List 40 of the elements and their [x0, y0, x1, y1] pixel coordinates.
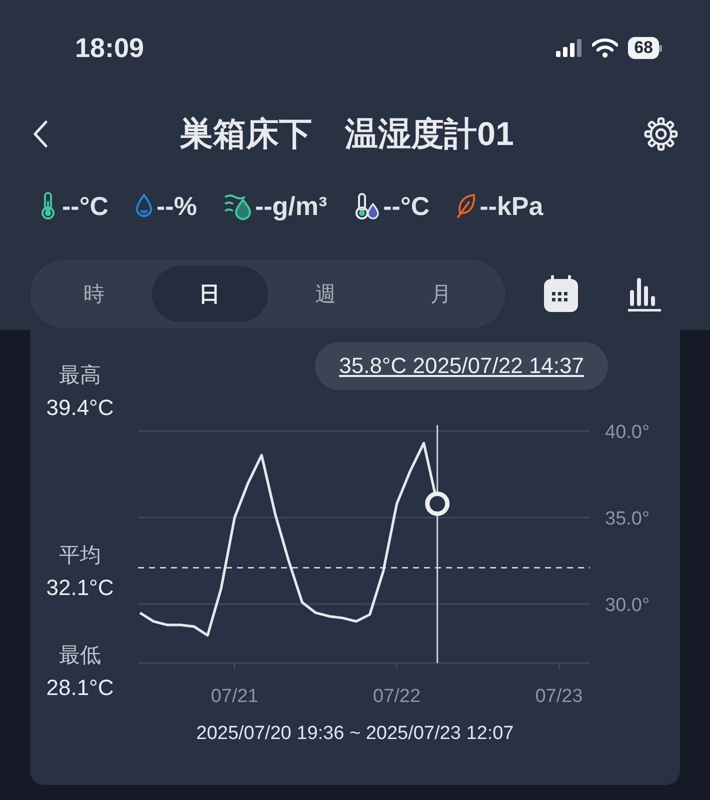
battery-level: 68: [628, 37, 659, 59]
settings-icon: [644, 117, 678, 151]
settings-button[interactable]: [644, 117, 678, 151]
x-tick-label: 07/22: [373, 686, 421, 707]
x-tick-label: 07/21: [210, 686, 258, 707]
screen-title: 巣箱床下 温湿度計01: [179, 114, 515, 154]
stat-label: 最低: [58, 643, 101, 669]
date-range: 2025/07/20 19:36 ~ 2025/07/23 12:07: [195, 723, 515, 745]
battery-cap-icon: [659, 44, 662, 52]
thermometer-drop-icon: [353, 192, 380, 220]
x-tick-label: 07/23: [535, 686, 583, 707]
period-tab[interactable]: 日: [152, 266, 268, 322]
reading-value: --°C: [62, 190, 108, 222]
y-tick-label: 35.0°: [605, 508, 650, 530]
air-drop-icon: [222, 192, 251, 220]
reading-value: --kPa: [480, 190, 544, 222]
wifi-icon: [592, 38, 618, 58]
water-drop-icon: [134, 193, 152, 219]
cursor-marker[interactable]: [425, 491, 450, 516]
selected-point-label: 35.8°C 2025/07/22 14:37: [315, 342, 608, 390]
calendar-icon: [541, 274, 581, 314]
stat-value: 28.1°C: [46, 674, 114, 702]
leaf-icon: [456, 193, 476, 219]
y-tick-label: 30.0°: [605, 595, 650, 616]
chevron-icon: [32, 120, 50, 148]
stat-label: 最高: [58, 363, 101, 389]
period-tab[interactable]: 月: [383, 266, 499, 322]
calendar-button[interactable]: [541, 274, 581, 314]
y-tick-label: 40.0°: [605, 422, 650, 443]
status-time: 18:09: [75, 32, 146, 64]
stat-value: 32.1°C: [46, 574, 114, 602]
period-tab[interactable]: 週: [268, 266, 384, 322]
reading-value: --%: [156, 190, 197, 222]
stat-value: 39.4°C: [46, 394, 114, 422]
period-tab[interactable]: 時: [36, 266, 152, 322]
reading-value: --°C: [383, 190, 430, 222]
signal-icon: [556, 39, 582, 57]
stat-label: 平均: [58, 543, 101, 569]
back-button[interactable]: [32, 120, 50, 148]
reading-value: --g/m³: [254, 190, 328, 222]
